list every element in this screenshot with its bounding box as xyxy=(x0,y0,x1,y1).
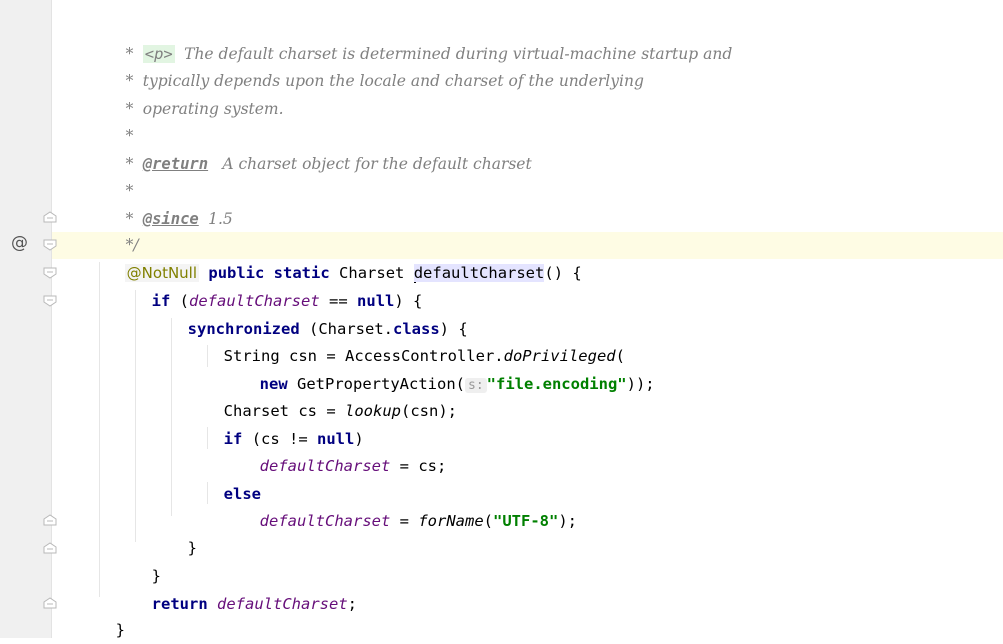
code-line[interactable]: } xyxy=(97,590,125,639)
code-line[interactable]: } xyxy=(169,508,197,557)
doc-comment-line: * xyxy=(107,0,115,12)
fold-end-icon[interactable] xyxy=(43,542,57,554)
indent-guide xyxy=(99,262,100,597)
indent-guide xyxy=(135,290,136,542)
fold-end-icon[interactable] xyxy=(43,597,57,609)
indent-guide xyxy=(171,318,172,516)
fold-start-icon[interactable] xyxy=(43,267,57,279)
fold-start-icon[interactable] xyxy=(43,239,57,251)
parameter-hint: s: xyxy=(465,378,487,393)
code-line[interactable]: new GetPropertyAction(s: "file.encoding")… xyxy=(241,344,655,393)
fold-start-icon[interactable] xyxy=(43,295,57,307)
doc-comment-line: * operating system. xyxy=(125,100,284,118)
doc-comment-line: * typically depends upon the locale and … xyxy=(125,72,644,90)
doc-comment-line: * @return A charset object for the defau… xyxy=(125,155,532,173)
fold-end-icon[interactable] xyxy=(43,514,57,526)
doc-comment-line: * @since 1.5 xyxy=(125,210,233,228)
code-line[interactable]: if (defaultCharset == null) { xyxy=(133,261,423,310)
code-line[interactable]: else xyxy=(205,454,261,503)
code-line[interactable]: String csn = AccessController.doPrivileg… xyxy=(205,316,625,365)
code-line[interactable]: Charset cs = lookup(csn); xyxy=(205,371,457,420)
override-marker-icon[interactable]: @ xyxy=(11,233,28,253)
doc-comment-line: * xyxy=(125,182,134,200)
code-line[interactable]: defaultCharset = forName("UTF-8"); xyxy=(241,481,577,530)
method-signature-line[interactable]: @NotNull public static Charset defaultCh… xyxy=(106,233,582,283)
doc-comment-line: */ xyxy=(125,236,139,254)
method-name: defaultCharset xyxy=(413,264,545,282)
code-line[interactable]: return defaultCharset; xyxy=(133,564,357,613)
code-line[interactable]: synchronized (Charset.class) { xyxy=(169,289,468,338)
doc-tag: @since xyxy=(142,210,199,228)
code-line[interactable]: defaultCharset = cs; xyxy=(241,426,447,475)
doc-tag: @return xyxy=(142,155,209,173)
fold-end-icon[interactable] xyxy=(43,211,57,223)
doc-comment-line: * xyxy=(125,127,134,145)
code-line[interactable]: } xyxy=(133,536,161,585)
code-line[interactable]: if (cs != null) xyxy=(205,399,364,448)
doc-comment-line: * <p> The default charset is determined … xyxy=(125,45,733,63)
